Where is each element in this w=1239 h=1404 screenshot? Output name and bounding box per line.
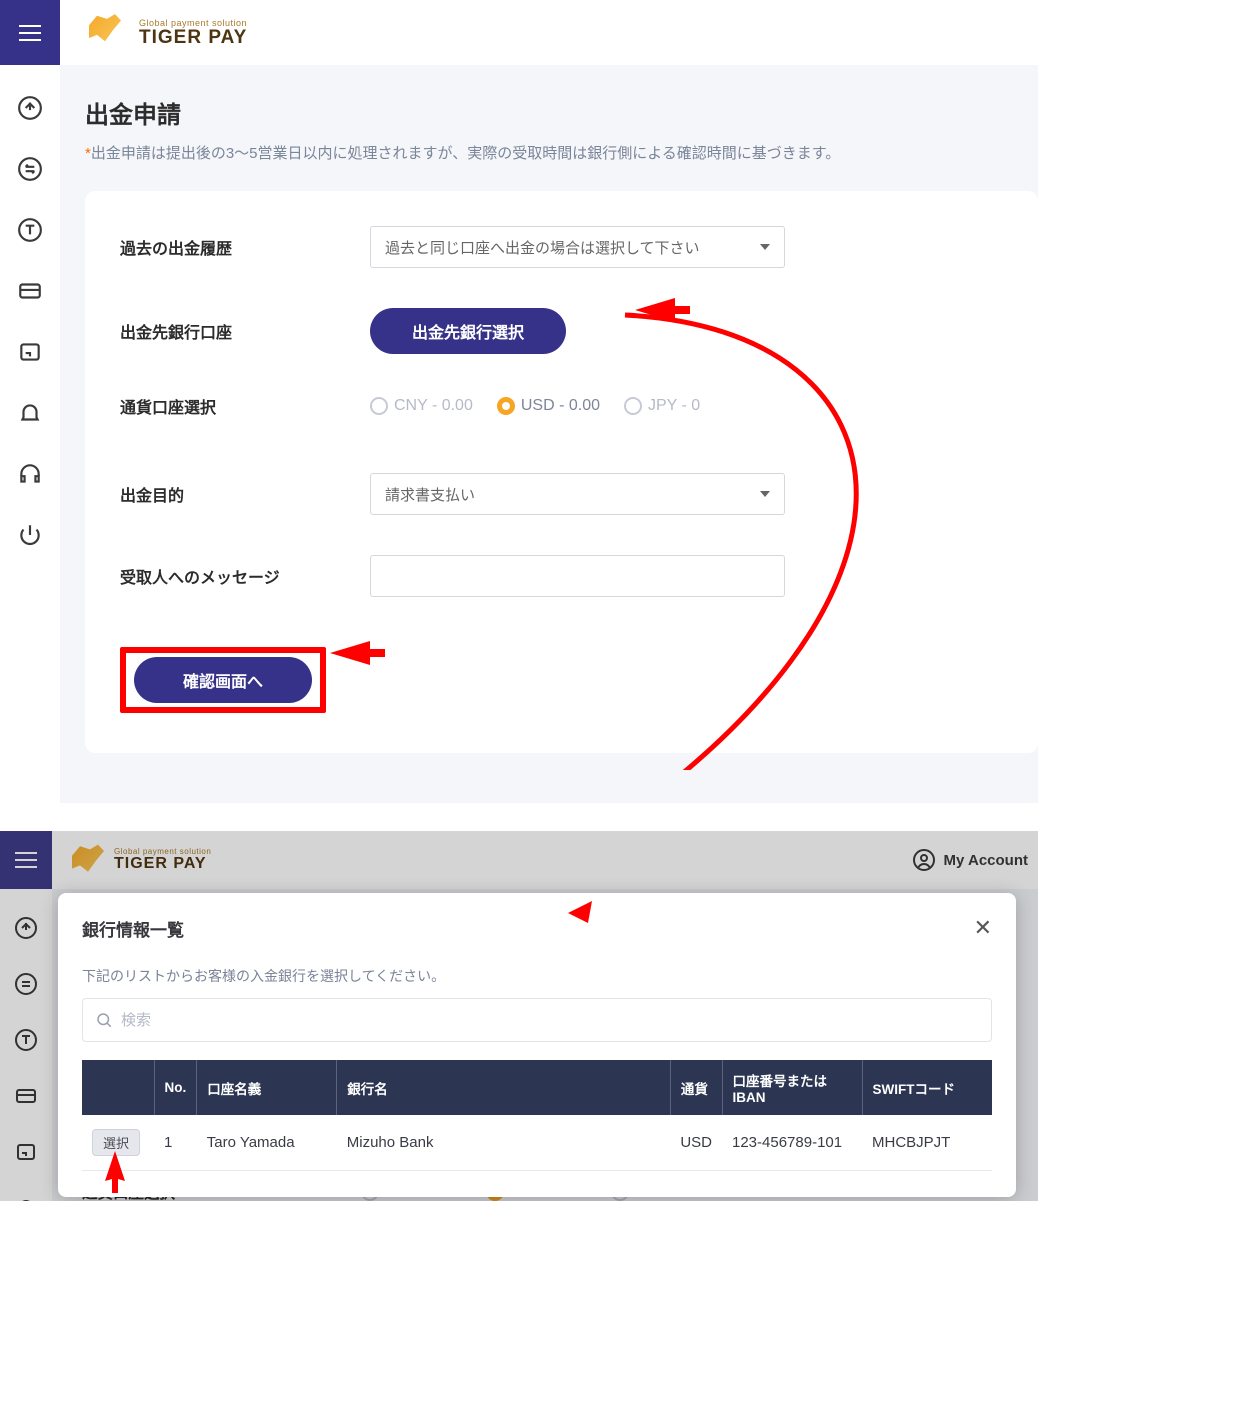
search-icon — [95, 1011, 113, 1029]
menu-toggle-button[interactable] — [0, 0, 60, 65]
nav-card-icon[interactable] — [13, 1083, 39, 1109]
submit-highlight: 確認画面へ — [120, 647, 326, 713]
purpose-select-value: 請求書支払い — [385, 484, 475, 505]
modal-title: 銀行情報一覧 — [82, 916, 184, 941]
side-nav — [0, 65, 60, 803]
history-label: 過去の出金履歴 — [120, 235, 370, 259]
nav-bell-icon[interactable] — [13, 1195, 39, 1201]
nav-statement-icon[interactable] — [13, 1139, 39, 1165]
select-bank-button[interactable]: 出金先銀行選択 — [370, 308, 566, 354]
nav-statement-icon[interactable] — [17, 339, 43, 365]
nav-bell-icon[interactable] — [17, 400, 43, 426]
bank-label: 出金先銀行口座 — [120, 319, 370, 343]
nav-deposit-icon[interactable] — [13, 915, 39, 941]
currency-option-cny[interactable]: CNY - 0.00 — [370, 397, 473, 415]
caret-down-icon — [760, 244, 770, 250]
purpose-label: 出金目的 — [120, 482, 370, 506]
modal-subtitle: 下記のリストからお客様の入金銀行を選択してください。 — [82, 966, 992, 986]
nav-exchange-icon[interactable] — [13, 971, 39, 997]
history-select[interactable]: 過去と同じ口座へ出金の場合は選択して下さい — [370, 226, 785, 268]
brand-name: TIGER PAY — [114, 856, 211, 872]
withdraw-form-card: 過去の出金履歴 過去と同じ口座へ出金の場合は選択して下さい 出金先銀行口座 出金… — [85, 191, 1038, 753]
table-row: 選択 1 Taro Yamada Mizuho Bank USD 123-456… — [82, 1115, 992, 1171]
bank-list-modal: 銀行情報一覧 ✕ 下記のリストからお客様の入金銀行を選択してください。 No. … — [58, 893, 1016, 1197]
brand-logo: Global payment solution TIGER PAY — [68, 843, 211, 877]
nav-exchange-icon[interactable] — [17, 156, 43, 182]
currency-option-usd[interactable]: USD - 0.00 — [497, 397, 600, 415]
nav-deposit-icon[interactable] — [17, 95, 43, 121]
message-input[interactable] — [370, 555, 785, 597]
side-nav — [0, 889, 52, 1201]
page-notice: *出金申請は提出後の3〜5営業日以内に処理されますが、実際の受取時間は銀行側によ… — [85, 142, 1038, 163]
tiger-icon — [68, 843, 108, 875]
history-select-value: 過去と同じ口座へ出金の場合は選択して下さい — [385, 237, 700, 258]
nav-tiger-icon[interactable] — [17, 217, 43, 243]
bank-table: No. 口座名義 銀行名 通貨 口座番号またはIBAN SWIFTコード 選択 … — [82, 1060, 992, 1171]
top-bar: Global payment solution TIGER PAY My Acc… — [0, 831, 1038, 889]
purpose-select[interactable]: 請求書支払い — [370, 473, 785, 515]
top-bar: Global payment solution TIGER PAY — [0, 0, 1038, 65]
col-account: 口座番号またはIBAN — [722, 1060, 862, 1115]
my-account-link[interactable]: My Account — [912, 848, 1028, 872]
user-circle-icon — [912, 848, 936, 872]
caret-down-icon — [760, 491, 770, 497]
currency-label: 通貨口座選択 — [120, 394, 370, 418]
page-title: 出金申請 — [85, 95, 1038, 130]
col-no: No. — [154, 1060, 197, 1115]
col-name: 口座名義 — [197, 1060, 337, 1115]
confirm-button[interactable]: 確認画面へ — [134, 657, 312, 703]
brand-name: TIGER PAY — [139, 28, 247, 47]
nav-support-icon[interactable] — [17, 461, 43, 487]
col-currency: 通貨 — [670, 1060, 722, 1115]
select-row-button[interactable]: 選択 — [92, 1129, 140, 1156]
message-label: 受取人へのメッセージ — [120, 564, 370, 588]
bank-search-input[interactable] — [82, 998, 992, 1042]
nav-power-icon[interactable] — [17, 522, 43, 548]
brand-logo: Global payment solution TIGER PAY — [85, 13, 247, 53]
col-bank: 銀行名 — [337, 1060, 671, 1115]
nav-tiger-icon[interactable] — [13, 1027, 39, 1053]
col-swift: SWIFTコード — [862, 1060, 992, 1115]
menu-toggle-button[interactable] — [0, 831, 52, 889]
currency-option-jpy[interactable]: JPY - 0 — [624, 397, 700, 415]
nav-card-icon[interactable] — [17, 278, 43, 304]
modal-close-button[interactable]: ✕ — [974, 915, 992, 941]
tiger-icon — [85, 13, 125, 45]
